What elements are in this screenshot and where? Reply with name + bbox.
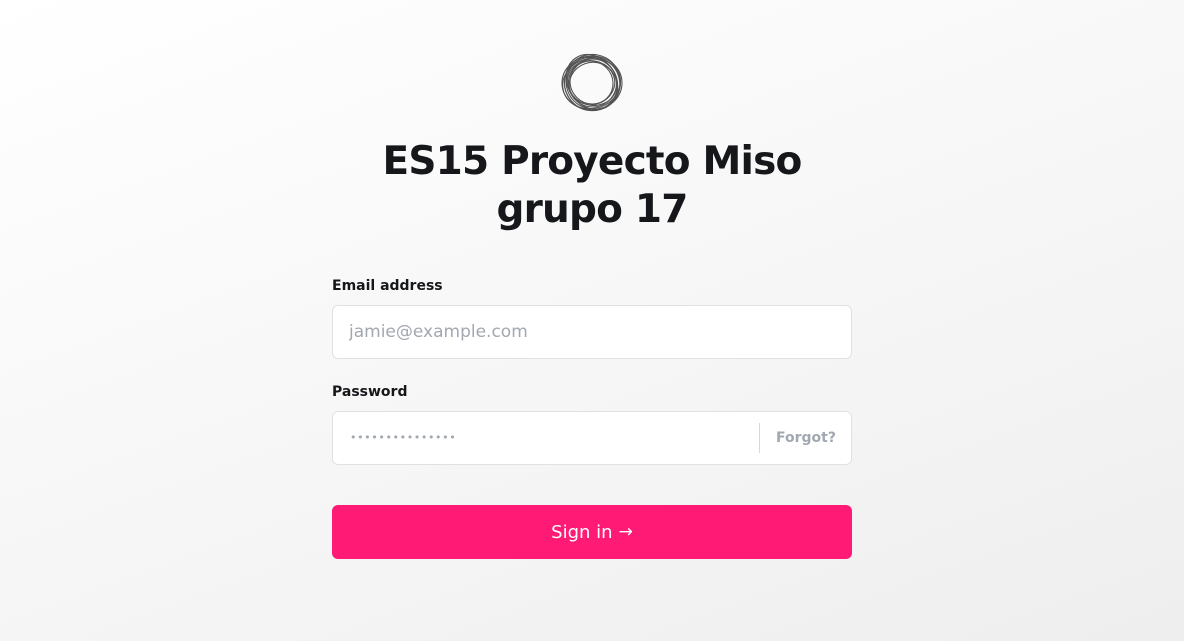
email-field-wrapper bbox=[332, 305, 852, 359]
email-label: Email address bbox=[332, 278, 443, 294]
email-input[interactable] bbox=[333, 306, 851, 358]
forgot-password-button[interactable]: Forgot? bbox=[760, 430, 851, 446]
signin-button-label: Sign in bbox=[551, 521, 613, 543]
email-group: Email address bbox=[332, 277, 852, 359]
arrow-right-icon: → bbox=[618, 521, 633, 542]
ghost-logo-icon bbox=[559, 52, 626, 114]
signin-button[interactable]: Sign in → bbox=[332, 505, 852, 559]
password-label: Password bbox=[332, 384, 408, 400]
password-input[interactable]: ••••••••••••••• bbox=[333, 411, 759, 465]
page-title: ES15 Proyecto Miso grupo 17 bbox=[382, 139, 803, 232]
password-field-wrapper: ••••••••••••••• Forgot? bbox=[332, 411, 852, 465]
password-group: Password ••••••••••••••• Forgot? bbox=[332, 383, 852, 465]
signin-form: Email address Password ••••••••••••••• F… bbox=[332, 277, 852, 559]
